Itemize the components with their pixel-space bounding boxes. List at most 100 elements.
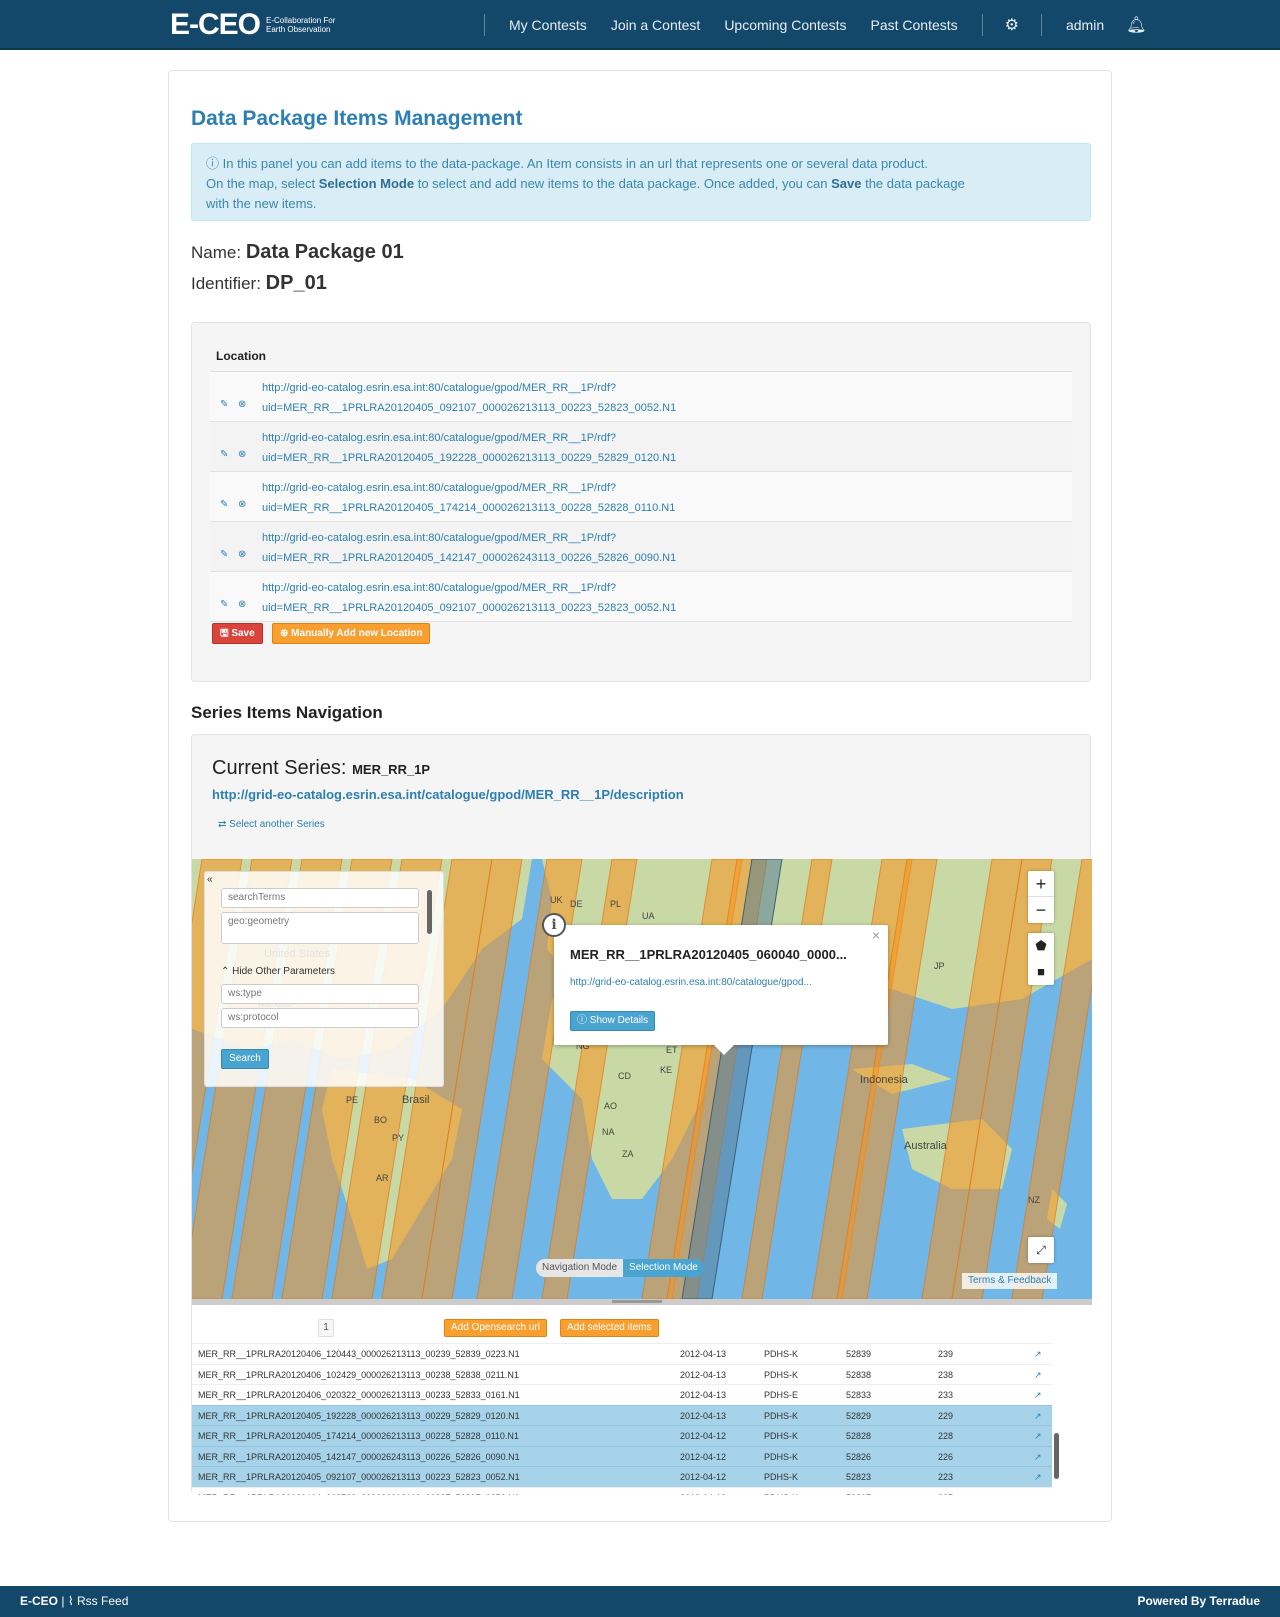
zoom-in-button[interactable]: + <box>1028 871 1054 897</box>
map-label: AO <box>604 1101 617 1111</box>
remove-icon[interactable]: ⊗ <box>238 549 246 560</box>
protocol-input[interactable]: ws:protocol <box>221 1008 419 1028</box>
remove-icon[interactable]: ⊗ <box>238 599 246 610</box>
rectangle-icon[interactable]: ■ <box>1028 959 1054 985</box>
series-url-link[interactable]: http://grid-eo-catalog.esrin.esa.int/cat… <box>212 787 684 802</box>
mode-toggle: Navigation Mode Selection Mode <box>536 1259 704 1277</box>
powered-by[interactable]: Powered By Terradue <box>1138 1594 1260 1608</box>
scrollbar[interactable] <box>1054 1433 1059 1479</box>
info-alert: ⓘ In this panel you can add items to the… <box>191 143 1091 221</box>
nav-join-contest[interactable]: Join a Contest <box>611 17 701 33</box>
logo-subtitle: E-Collaboration For Earth Observation <box>266 16 336 34</box>
cell-identifier: MER_RR__1PRLRA20120406_102429_0000262131… <box>198 1369 519 1380</box>
edit-icon[interactable]: ✎ <box>220 549 228 560</box>
scrollbar[interactable] <box>427 890 432 934</box>
search-button[interactable]: Search <box>221 1049 269 1069</box>
location-row: ✎ ⊗ http://grid-eo-catalog.esrin.esa.int:8… <box>210 572 1072 622</box>
close-icon[interactable]: × <box>872 927 880 943</box>
cell-station: PDHS-K <box>764 1493 798 1496</box>
map-view[interactable]: UK DE PL UA JP NG ET KE CD AO NA ZA Indonesia Austral… <box>192 859 1092 1299</box>
navigation-mode-button[interactable]: Navigation Mode <box>536 1259 624 1277</box>
external-link-icon[interactable]: ↗ <box>1034 1370 1042 1381</box>
user-menu[interactable]: admin <box>1066 17 1104 33</box>
rss-feed-link[interactable]: Rss Feed <box>77 1594 128 1608</box>
table-row[interactable]: MER_RR__1PRLRA20120406_102429_0000262131… <box>192 1363 1052 1385</box>
gear-icon[interactable]: ⚙ <box>1005 15 1019 35</box>
nav-past-contests[interactable]: Past Contests <box>870 17 957 33</box>
cell-orbit: 52826 <box>846 1451 872 1462</box>
cell-date: 2012-04-13 <box>680 1390 727 1400</box>
nav-my-contests[interactable]: My Contests <box>509 17 587 33</box>
edit-icon[interactable]: ✎ <box>220 449 228 460</box>
add-location-button[interactable]: ⊕ Manually Add new Location <box>272 623 431 644</box>
hide-other-params-toggle[interactable]: ⌃ Hide Other Parameters <box>221 966 335 977</box>
table-row[interactable]: MER_RR__1PRLRA20120404_063732_0000262131… <box>192 1486 1052 1496</box>
map-label: DE <box>570 899 583 909</box>
external-link-icon[interactable]: ↗ <box>1034 1411 1042 1422</box>
cell-identifier: MER_RR__1PRLRA20120406_020322_0000262131… <box>198 1390 520 1400</box>
cell-station: PDHS-K <box>764 1472 799 1482</box>
table-row[interactable]: MER_RR__1PRLRA20120406_020322_0000262131… <box>192 1384 1052 1405</box>
map-label: PL <box>610 899 621 909</box>
table-row[interactable]: MER_RR__1PRLRA20120406_120443_0000262131… <box>192 1343 1052 1364</box>
select-another-series-link[interactable]: ⇄ Select another Series <box>218 819 325 830</box>
table-row[interactable]: MER_RR__1PRLRA20120405_142147_0000262431… <box>192 1445 1052 1466</box>
edit-icon[interactable]: ✎ <box>220 499 228 510</box>
selection-mode-button[interactable]: Selection Mode <box>623 1259 704 1277</box>
logo[interactable]: E-CEO E-Collaboration For Earth Observat… <box>170 8 346 42</box>
polygon-icon[interactable]: ⬟ <box>1028 933 1054 959</box>
add-selected-items-button[interactable]: Add selected items <box>560 1319 659 1337</box>
info-marker-icon[interactable]: i <box>542 913 566 937</box>
cell-identifier: MER_RR__1PRLRA20120404_063732_0000262131… <box>198 1493 520 1496</box>
bell-icon[interactable]: 🔔︎ <box>1126 15 1146 35</box>
top-navbar: E-CEO E-Collaboration For Earth Observat… <box>0 0 1280 50</box>
table-row[interactable]: MER_RR__1PRLRA20120405_192228_0000262131… <box>192 1404 1052 1425</box>
edit-icon[interactable]: ✎ <box>220 399 228 410</box>
zoom-out-button[interactable]: − <box>1028 897 1054 923</box>
location-link[interactable]: http://grid-eo-catalog.esrin.esa.int:80/… <box>262 428 676 468</box>
feature-popup: × MER_RR__1PRLRA20120405_060040_0000... … <box>554 925 888 1055</box>
show-details-button[interactable]: ⓘ Show Details <box>570 1011 656 1031</box>
cell-station: PDHS-K <box>764 1349 799 1359</box>
save-button[interactable]: 🖫 Save <box>212 623 263 644</box>
collapse-icon[interactable]: « <box>207 874 213 885</box>
edit-icon[interactable]: ✎ <box>220 599 228 610</box>
external-link-icon[interactable]: ↗ <box>1034 1472 1042 1483</box>
add-opensearch-url-button[interactable]: Add Opensearch url <box>444 1319 547 1337</box>
location-link[interactable]: http://grid-eo-catalog.esrin.esa.int:80/… <box>262 378 676 418</box>
terms-feedback-link[interactable]: Terms & Feedback <box>962 1273 1058 1289</box>
geometry-input[interactable]: geo:geometry <box>221 912 419 944</box>
fullscreen-icon[interactable]: ⤢ <box>1028 1237 1054 1263</box>
map-label: Australia <box>904 1140 948 1152</box>
search-terms-input[interactable]: searchTerms <box>221 888 419 908</box>
cell-identifier: MER_RR__1PRLRA20120405_192228_0000262131… <box>198 1410 520 1421</box>
popup-url-link[interactable]: http://grid-eo-catalog.esrin.esa.int:80/… <box>570 977 812 988</box>
popup-title: MER_RR__1PRLRA20120405_060040_0000... <box>570 947 847 962</box>
zoom-control: + − <box>1028 871 1054 923</box>
external-link-icon[interactable]: ↗ <box>1034 1390 1042 1401</box>
external-link-icon[interactable]: ↗ <box>1034 1452 1042 1463</box>
table-row[interactable]: MER_RR__1PRLRA20120405_174214_0000262131… <box>192 1425 1052 1446</box>
info-line-3: with the new items. <box>206 196 317 211</box>
cell-track: 239 <box>938 1349 954 1359</box>
results-table: 1 Add Opensearch url Add selected items … <box>192 1305 1092 1495</box>
remove-icon[interactable]: ⊗ <box>238 449 246 460</box>
logo-text: E-CEO <box>170 8 261 41</box>
type-input[interactable]: ws:type <box>221 984 419 1004</box>
map-label: Brasil <box>402 1094 430 1106</box>
location-link[interactable]: http://grid-eo-catalog.esrin.esa.int:80/… <box>262 528 676 568</box>
external-link-icon[interactable]: ↗ <box>1034 1493 1042 1496</box>
external-link-icon[interactable]: ↗ <box>1034 1431 1042 1442</box>
table-row[interactable]: MER_RR__1PRLRA20120405_092107_0000262131… <box>192 1466 1052 1487</box>
map-label: NZ <box>1028 1195 1040 1205</box>
rss-icon: ⌇ <box>67 1594 74 1608</box>
cell-orbit: 52823 <box>846 1472 872 1482</box>
nav-upcoming-contests[interactable]: Upcoming Contests <box>724 17 846 33</box>
location-link[interactable]: http://grid-eo-catalog.esrin.esa.int:80/… <box>262 578 676 618</box>
page-number[interactable]: 1 <box>318 1319 334 1337</box>
location-link[interactable]: http://grid-eo-catalog.esrin.esa.int:80/… <box>262 478 675 518</box>
external-link-icon[interactable]: ↗ <box>1034 1349 1042 1360</box>
remove-icon[interactable]: ⊗ <box>238 399 246 410</box>
remove-icon[interactable]: ⊗ <box>238 499 246 510</box>
grip <box>612 1300 662 1303</box>
